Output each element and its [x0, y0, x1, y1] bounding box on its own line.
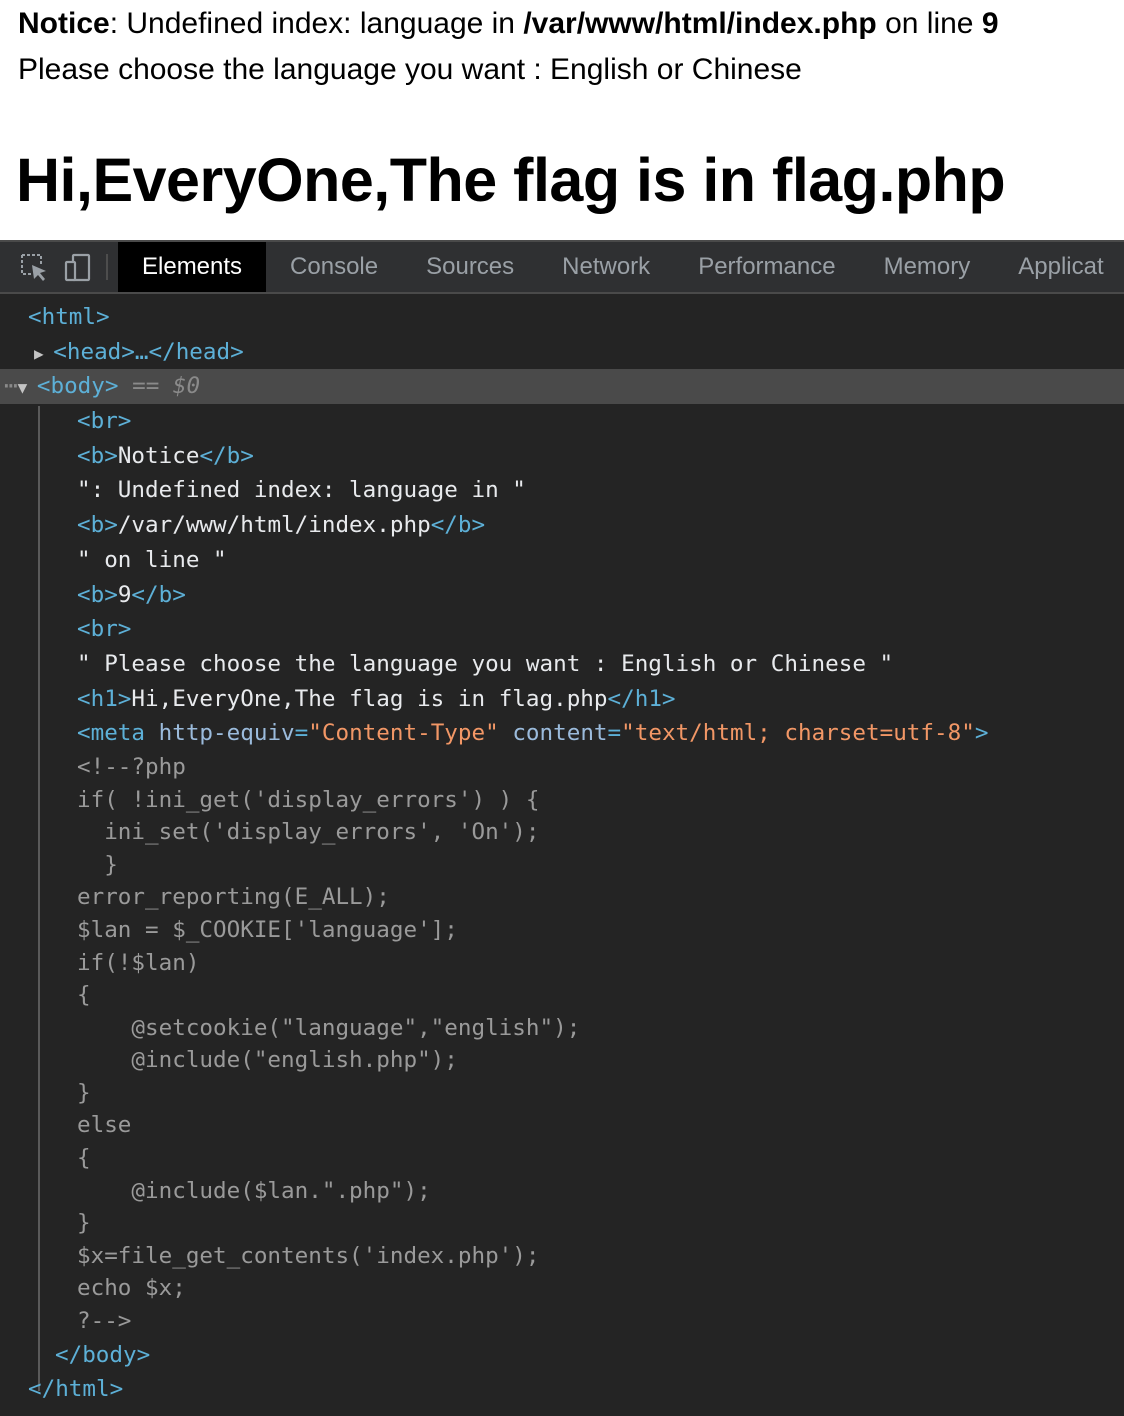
tab-sources[interactable]: Sources: [402, 242, 538, 292]
comment-line: }: [77, 1079, 91, 1106]
inspect-element-icon[interactable]: [12, 242, 56, 292]
notice-path: /var/www/html/index.php: [523, 7, 877, 40]
notice-line-number: 9: [981, 7, 999, 40]
comment-line: {: [77, 982, 91, 1009]
comment-line: $lan = $_COOKIE['language'];: [77, 916, 458, 943]
comment-line: }: [77, 1210, 91, 1237]
tab-memory[interactable]: Memory: [860, 242, 995, 292]
comment-line: @include($lan.".php");: [77, 1177, 431, 1204]
comment-line: }: [77, 851, 118, 878]
tab-application[interactable]: Applicat: [994, 242, 1103, 292]
dom-tree: <html> ▶ <head>…</head> ⋯▼ <body> == $0 …: [0, 294, 1124, 1407]
comment-line: $x=file_get_contents('index.php');: [77, 1242, 540, 1269]
comment-line: if(!$lan): [77, 949, 200, 976]
collapse-arrow-icon[interactable]: ▼: [18, 378, 37, 397]
comment-line: else: [77, 1112, 132, 1139]
comment-line: <!--?php: [77, 753, 186, 780]
notice-text: : Undefined index: language in: [109, 7, 524, 40]
tree-text-undefined[interactable]: ": Undefined index: language in ": [0, 473, 1124, 508]
tab-network[interactable]: Network: [538, 242, 674, 292]
comment-line: echo $x;: [77, 1275, 186, 1302]
devtools-panel: Elements Console Sources Network Perform…: [0, 240, 1124, 1416]
page-heading: Hi,EveryOne,The flag is in flag.php: [16, 146, 1006, 214]
tree-node-html[interactable]: <html>: [0, 300, 1124, 335]
tab-console[interactable]: Console: [266, 242, 402, 292]
device-toolbar-icon[interactable]: [56, 242, 100, 292]
tree-text-choose[interactable]: " Please choose the language you want : …: [0, 647, 1124, 682]
tree-node-b-line[interactable]: <b>9</b>: [0, 578, 1124, 613]
toolbar-divider: [106, 254, 108, 280]
comment-line: @setcookie("language","english");: [77, 1014, 581, 1041]
tree-node-comment[interactable]: <!--?php if( !ini_get('display_errors') …: [0, 751, 1124, 1338]
expand-arrow-icon[interactable]: ▶: [34, 344, 53, 363]
notice-label: Notice: [18, 7, 110, 40]
tree-node-body[interactable]: ⋯▼ <body> == $0: [0, 369, 1124, 405]
comment-line: @include("english.php");: [77, 1047, 458, 1074]
rendered-page: Notice: Undefined index: language in /va…: [0, 0, 1124, 240]
tree-node-b-path[interactable]: <b>/var/www/html/index.php</b>: [0, 508, 1124, 543]
more-options-icon[interactable]: ⋯: [4, 373, 18, 399]
tree-text-online[interactable]: " on line ": [0, 543, 1124, 578]
comment-line: ini_set('display_errors', 'On');: [77, 819, 540, 846]
tree-node-body-close[interactable]: </body>: [0, 1338, 1124, 1373]
tree-node-h1[interactable]: <h1>Hi,EveryOne,The flag is in flag.php<…: [0, 682, 1124, 717]
notice-online: on line: [876, 7, 982, 40]
comment-line: {: [77, 1145, 91, 1172]
tree-node-br-2[interactable]: <br>: [0, 612, 1124, 647]
language-prompt: Please choose the language you want : En…: [18, 53, 802, 86]
tab-performance[interactable]: Performance: [674, 242, 859, 292]
comment-line: ?-->: [77, 1308, 132, 1335]
tree-node-meta[interactable]: <meta http-equiv="Content-Type" content=…: [0, 716, 1124, 751]
tree-node-head[interactable]: ▶ <head>…</head>: [0, 335, 1124, 370]
comment-line: if( !ini_get('display_errors') ) {: [77, 786, 540, 813]
tree-node-br[interactable]: <br>: [0, 404, 1124, 439]
php-notice: Notice: Undefined index: language in /va…: [18, 4, 999, 44]
tree-node-html-close[interactable]: </html>: [0, 1372, 1124, 1407]
comment-line: error_reporting(E_ALL);: [77, 884, 390, 911]
tab-elements[interactable]: Elements: [118, 242, 267, 292]
selected-marker: == $0: [132, 373, 201, 400]
devtools-toolbar: Elements Console Sources Network Perform…: [0, 240, 1124, 294]
tree-node-b-notice[interactable]: <b>Notice</b>: [0, 439, 1124, 474]
